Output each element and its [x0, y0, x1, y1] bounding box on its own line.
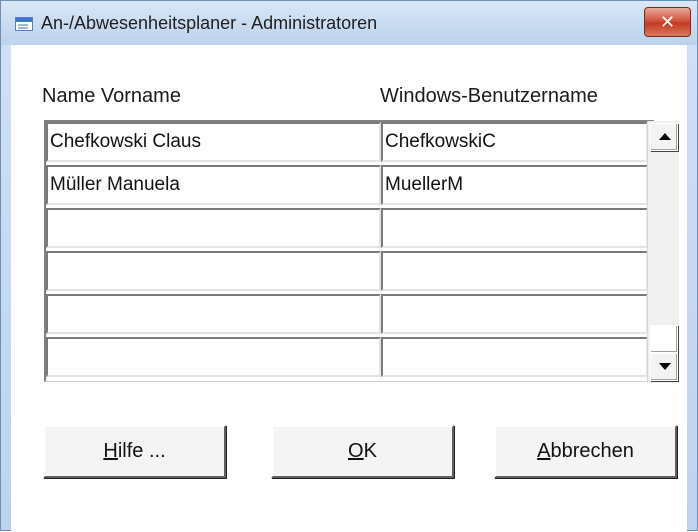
ok-button-label: K — [363, 440, 377, 462]
cell-name-row-6[interactable] — [46, 337, 381, 377]
scrollbar-thumb[interactable] — [650, 325, 678, 353]
cell-username-row-6[interactable] — [381, 337, 648, 377]
cell-username-row-1[interactable]: ChefkowskiC — [381, 122, 648, 162]
dialog-client-area: Name Vorname Windows-Benutzername Chefko… — [11, 45, 687, 532]
scroll-down-button[interactable] — [650, 353, 678, 381]
cancel-button-label: bbrechen — [550, 440, 634, 462]
column-header-name: Name Vorname — [42, 85, 181, 107]
cell-username-row-3[interactable] — [381, 208, 648, 248]
cancel-button[interactable]: Abbrechen — [494, 425, 677, 478]
cancel-button-mnemonic: A — [537, 440, 551, 462]
ok-button-mnemonic: O — [348, 440, 364, 462]
title-bar[interactable]: An-/Abwesenheitsplaner - Administratoren… — [1, 1, 697, 45]
arrow-up-icon — [659, 133, 671, 140]
cell-name-row-3[interactable] — [46, 208, 381, 248]
close-button[interactable]: ✕ — [644, 7, 691, 37]
help-button-mnemonic: H — [103, 440, 118, 462]
cell-username-row-4[interactable] — [381, 251, 648, 291]
cell-username-row-2[interactable]: MuellerM — [381, 165, 648, 205]
vertical-scrollbar[interactable] — [647, 121, 679, 383]
cell-name-row-5[interactable] — [46, 294, 381, 334]
administrators-table: Chefkowski Claus ChefkowskiC Müller Manu… — [44, 120, 654, 382]
column-header-username: Windows-Benutzername — [380, 85, 598, 107]
cell-name-row-2[interactable]: Müller Manuela — [46, 165, 381, 205]
help-button-label: ilfe ... — [117, 440, 166, 462]
app-window-icon — [15, 17, 33, 31]
ok-button[interactable]: OK — [271, 425, 454, 478]
window-title: An-/Abwesenheitsplaner - Administratoren — [41, 13, 378, 33]
cell-name-row-1[interactable]: Chefkowski Claus — [46, 122, 381, 162]
help-button[interactable]: Hilfe ... — [43, 425, 226, 478]
dialog-window: An-/Abwesenheitsplaner - Administratoren… — [0, 0, 698, 532]
cell-username-row-5[interactable] — [381, 294, 648, 334]
cell-name-row-4[interactable] — [46, 251, 381, 291]
arrow-down-icon — [659, 363, 671, 370]
scroll-up-button[interactable] — [650, 123, 678, 151]
